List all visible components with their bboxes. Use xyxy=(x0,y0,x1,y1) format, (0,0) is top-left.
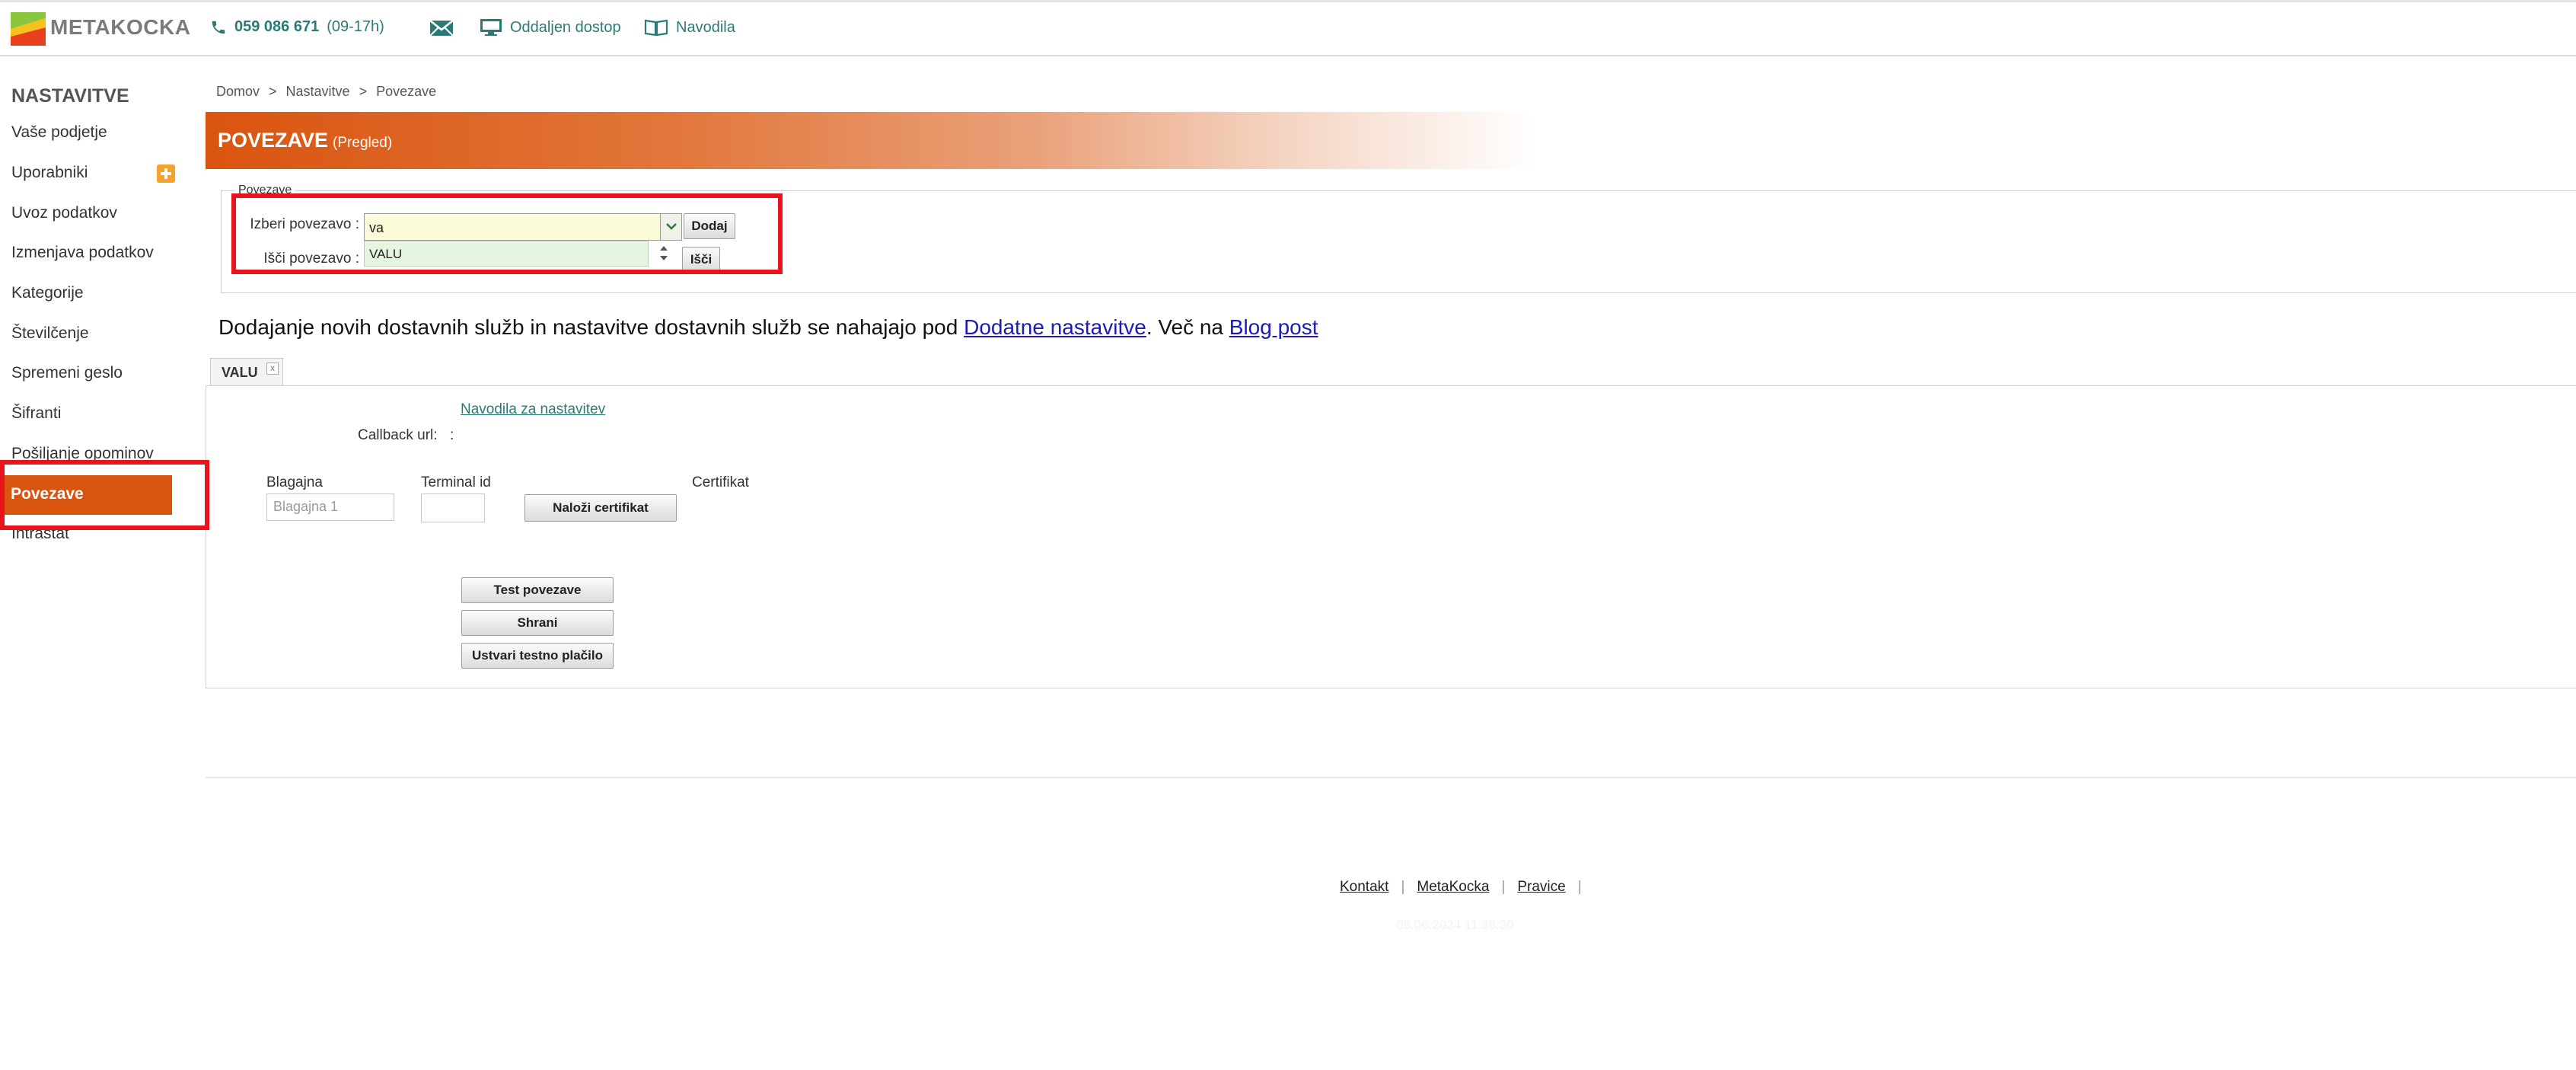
search-connection-label: Išči povezavo : xyxy=(263,251,359,267)
sidebar-item-change-password[interactable]: Spremeni geslo xyxy=(11,364,123,382)
footer-link-metakocka[interactable]: MetaKocka xyxy=(1417,879,1489,895)
callback-url-value: : xyxy=(450,427,454,443)
add-user-icon[interactable] xyxy=(157,164,175,183)
cash-register-input[interactable]: Blagajna 1 xyxy=(266,493,394,521)
add-connection-button[interactable]: Dodaj xyxy=(684,213,735,239)
phone-number[interactable]: 059 086 671 xyxy=(234,18,319,36)
additional-settings-link[interactable]: Dodatne nastavitve xyxy=(964,315,1146,339)
close-icon[interactable]: x xyxy=(266,363,279,375)
upload-certificate-button[interactable]: Naloži certifikat xyxy=(524,494,677,522)
phone-contact: 059 086 671 (09-17h) xyxy=(210,18,384,36)
sidebar-item-categories[interactable]: Kategorije xyxy=(11,284,84,302)
page-header: POVEZAVE (Pregled) xyxy=(206,112,2576,169)
sidebar-item-numbering[interactable]: Številčenje xyxy=(11,324,89,343)
search-connection-button[interactable]: Išči xyxy=(682,247,720,273)
top-bar: METAKOCKA 059 086 671 (09-17h) Oddaljen … xyxy=(0,0,2576,56)
terminal-id-input[interactable] xyxy=(421,493,485,522)
certificate-label: Certifikat xyxy=(692,474,749,490)
logo-text[interactable]: METAKOCKA xyxy=(50,15,190,40)
page-title: POVEZAVE (Pregled) xyxy=(218,129,393,152)
tab-valu-label: VALU xyxy=(222,365,258,380)
dropdown-option-valu[interactable]: VALU xyxy=(369,247,402,262)
breadcrumb-settings[interactable]: Nastavitve xyxy=(286,84,350,99)
manual-label: Navodila xyxy=(676,18,735,36)
combobox-dropdown-button[interactable] xyxy=(660,214,681,240)
page-subtitle: (Pregled) xyxy=(333,135,393,151)
footer-link-contact[interactable]: Kontakt xyxy=(1340,879,1388,895)
sidebar-item-users[interactable]: Uporabniki xyxy=(11,164,88,182)
sidebar-item-import[interactable]: Uvoz podatkov xyxy=(11,204,117,222)
sidebar-title: NASTAVITVE xyxy=(11,85,129,107)
terminal-id-label: Terminal id xyxy=(421,474,491,490)
remote-access-label: Oddaljen dostop xyxy=(510,18,621,36)
sidebar-item-reminders[interactable]: Pošiljanje opominov xyxy=(11,445,154,463)
sidebar-item-data-exchange[interactable]: Izmenjava podatkov xyxy=(11,244,154,262)
save-button[interactable]: Shrani xyxy=(461,610,614,636)
breadcrumb: Domov > Nastavitve > Povezave xyxy=(216,84,437,99)
fieldset-legend: Povezave xyxy=(235,184,295,197)
footer-timestamp: 05.06.2024 11:36:30 xyxy=(1396,918,1514,932)
sidebar-item-company[interactable]: Vaše podjetje xyxy=(11,123,107,142)
monitor-icon xyxy=(480,19,502,36)
callback-url-label: Callback url: xyxy=(358,427,438,443)
phone-hours: (09-17h) xyxy=(327,18,384,35)
breadcrumb-current: Povezave xyxy=(376,84,437,99)
footer-links: Kontakt | MetaKocka | Pravice | xyxy=(1340,879,1582,895)
blog-post-link[interactable]: Blog post xyxy=(1229,315,1318,339)
info-text: Dodajanje novih dostavnih služb in nasta… xyxy=(218,315,1318,339)
chevron-down-icon xyxy=(666,223,677,230)
tab-valu[interactable]: VALU x xyxy=(210,358,283,385)
connection-combobox[interactable]: va xyxy=(364,213,682,241)
remote-access-link[interactable]: Oddaljen dostop xyxy=(480,18,621,37)
select-connection-label: Izberi povezavo : xyxy=(250,216,359,232)
create-test-payment-button[interactable]: Ustvari testno plačilo xyxy=(461,643,614,669)
breadcrumb-home[interactable]: Domov xyxy=(216,84,260,99)
footer-divider xyxy=(206,777,2576,778)
mail-icon[interactable] xyxy=(429,20,454,37)
sidebar-item-connections[interactable]: Povezave xyxy=(3,475,172,515)
cash-register-label: Blagajna xyxy=(266,474,323,490)
instructions-link[interactable]: Navodila za nastavitev xyxy=(461,401,605,418)
test-connection-button[interactable]: Test povezave xyxy=(461,577,614,603)
sidebar-item-intrastat[interactable]: Intrastat xyxy=(11,525,69,543)
scroll-arrows-icon[interactable] xyxy=(653,242,674,265)
sidebar-item-codebooks[interactable]: Šifranti xyxy=(11,404,61,423)
manual-link[interactable]: Navodila xyxy=(644,18,735,37)
book-icon xyxy=(644,19,668,37)
phone-icon xyxy=(212,21,225,34)
metakocka-logo[interactable] xyxy=(11,12,46,46)
connection-combobox-value[interactable]: va xyxy=(369,220,384,236)
connection-dropdown-list: VALU xyxy=(364,241,649,267)
footer-link-rights[interactable]: Pravice xyxy=(1517,879,1565,895)
